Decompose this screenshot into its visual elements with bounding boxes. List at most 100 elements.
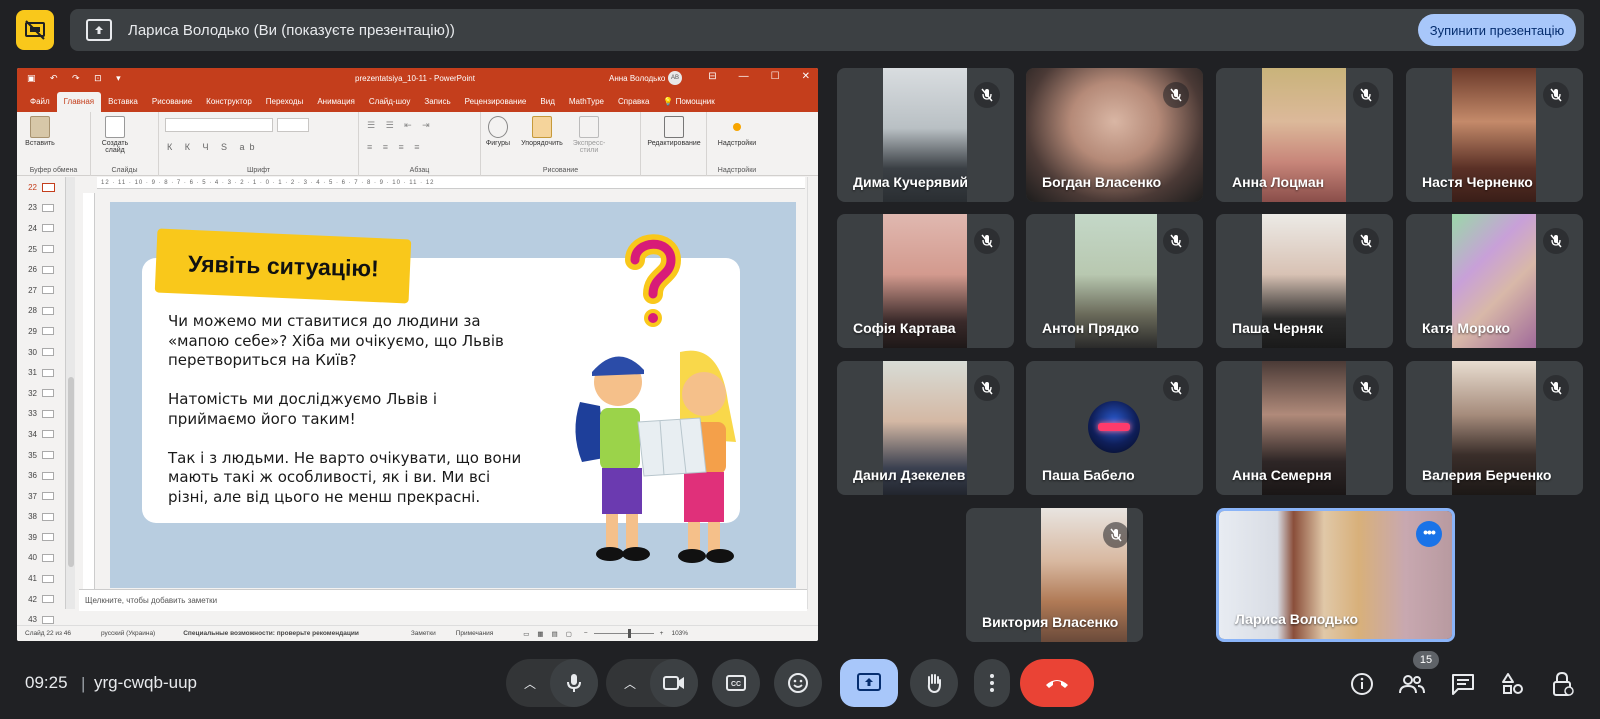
addins-group: Надстройки Надстройки (707, 112, 767, 176)
participant-tile[interactable]: Софія Картава (837, 214, 1014, 348)
tab-mathtype[interactable]: MathType (562, 97, 611, 112)
thumbnail-number: 23 (28, 203, 37, 213)
font-format-buttons[interactable]: К К Ч S ab (167, 142, 260, 152)
view-buttons[interactable]: ▭▦▤▢ (523, 630, 580, 638)
present-screen-icon (857, 673, 881, 691)
chat-icon[interactable] (1450, 671, 1476, 697)
thumbnail-number: 22 (28, 182, 37, 192)
thumbnail-preview (42, 389, 54, 398)
tab-insert[interactable]: Вставка (101, 97, 145, 112)
horizontal-ruler: 12 · 11 · 10 · 9 · 8 · 7 · 6 · 5 · 4 · 3… (97, 177, 805, 189)
reactions-button[interactable] (774, 659, 822, 707)
tab-record[interactable]: Запись (417, 97, 457, 112)
shapes-button[interactable]: Фигуры (481, 116, 515, 147)
search-icon (664, 116, 684, 138)
participant-tile[interactable]: Паша Черняк (1216, 214, 1393, 348)
participant-tile[interactable]: Виктория Власенко (966, 508, 1143, 642)
participant-tile[interactable]: Богдан Власенко (1026, 68, 1203, 202)
activities-icon[interactable] (1500, 671, 1526, 697)
tab-home[interactable]: Главная (56, 92, 102, 112)
tab-file[interactable]: Файл (23, 97, 57, 112)
zoom-out-icon[interactable]: − (584, 630, 588, 637)
accessibility-status[interactable]: Специальные возможности: проверьте реком… (183, 630, 359, 637)
notes-toggle[interactable]: Заметки (411, 630, 436, 637)
participant-tile[interactable]: Катя Мороко (1406, 214, 1583, 348)
drawing-group: Фигуры Упорядочить Экспресс-стили Рисова… (481, 112, 641, 176)
tab-help[interactable]: Справка (611, 97, 656, 112)
participant-name: Валерия Берченко (1422, 467, 1552, 483)
camera-button[interactable] (650, 659, 698, 707)
participant-tile[interactable]: Дима Кучерявий (837, 68, 1014, 202)
zoom-in-icon[interactable]: + (660, 630, 664, 637)
participant-name: Настя Черненко (1422, 174, 1533, 190)
slide-paragraph-2: Натомість ми досліджуємо Львів і приймає… (168, 390, 438, 428)
quick-styles-button[interactable]: Экспресс-стили (569, 116, 609, 154)
ribbon-display-icon[interactable]: ⊟ (708, 71, 716, 82)
zoom-level[interactable]: 103% (671, 630, 688, 637)
hand-icon (927, 674, 941, 694)
meeting-info-icon[interactable] (1349, 671, 1375, 697)
tab-draw[interactable]: Рисование (145, 97, 199, 112)
avatar (1088, 401, 1140, 453)
stop-presenting-button[interactable]: Зупинити презентацію (1418, 14, 1576, 46)
more-options-button[interactable] (974, 659, 1010, 707)
raise-hand-button[interactable] (910, 659, 958, 707)
thumbnail-preview (42, 286, 54, 295)
slide-canvas[interactable]: Уявіть ситуацію! Чи можемо ми ставитися … (110, 202, 796, 588)
addins-button[interactable]: Надстройки (711, 116, 763, 147)
font-size-input[interactable] (277, 118, 309, 132)
captions-button[interactable]: CC (712, 659, 760, 707)
participant-tile[interactable]: Антон Прядко (1026, 214, 1203, 348)
close-icon[interactable]: ✕ (802, 71, 810, 82)
slide-heading-banner: Уявіть ситуацію! (154, 228, 412, 304)
host-controls-icon[interactable] (1550, 671, 1576, 697)
notes-field[interactable]: Щелкните, чтобы добавить заметки (79, 589, 807, 611)
audio-options-chevron-icon[interactable]: ︿ (518, 671, 542, 695)
language-status[interactable]: русский (Украина) (101, 630, 155, 637)
arrange-button[interactable]: Упорядочить (515, 116, 569, 147)
tab-view[interactable]: Вид (533, 97, 561, 112)
participant-tile[interactable]: Данил Дзекелев (837, 361, 1014, 495)
font-name-input[interactable] (165, 118, 273, 132)
align-buttons[interactable]: ≡ ≡ ≡ ≡ (367, 142, 424, 152)
editing-button[interactable]: Редактирование (643, 116, 705, 147)
new-slide-button[interactable]: Создать слайд (95, 116, 135, 154)
scrollbar-thumb[interactable] (68, 377, 74, 567)
ppt-username: Анна Володько (609, 74, 666, 83)
slide-counter: Слайд 22 из 46 (25, 630, 72, 637)
zoom-slider[interactable] (593, 629, 654, 638)
window-controls[interactable]: ⊟ — ☐ ✕ (708, 71, 810, 82)
thumbnail-scrollbar[interactable] (65, 177, 75, 609)
video-options-chevron-icon[interactable]: ︿ (618, 671, 642, 695)
participant-tile[interactable]: Паша Бабело (1026, 361, 1203, 495)
tab-animations[interactable]: Анимация (310, 97, 362, 112)
comments-toggle[interactable]: Примечания (456, 630, 494, 637)
participant-tile[interactable]: Валерия Берченко (1406, 361, 1583, 495)
tab-transitions[interactable]: Переходы (259, 97, 311, 112)
ppt-user-avatar[interactable]: АВ (668, 71, 682, 85)
slide-paragraph-1: Чи можемо ми ставитися до людини за «мап… (168, 312, 504, 369)
slides-group: Создать слайд Слайды (91, 112, 159, 176)
microphone-button[interactable] (550, 659, 598, 707)
slide-paragraph-3: Так і з людьми. Не варто очікувати, що в… (168, 448, 522, 506)
quick-access-toolbar[interactable]: ▣ ↶ ↷ ⊡ ▾ (27, 73, 127, 84)
present-now-button[interactable] (840, 659, 898, 707)
more-options-icon[interactable]: ••• (1416, 521, 1442, 547)
participant-tile-self[interactable]: ••• Лариса Володько (1216, 508, 1455, 642)
meeting-code[interactable]: yrg-cwqb-uup (94, 673, 197, 693)
participant-tile[interactable]: Анна Лоцман (1216, 68, 1393, 202)
maximize-icon[interactable]: ☐ (771, 71, 780, 82)
paste-button[interactable]: Вставить (23, 116, 57, 147)
tab-slideshow[interactable]: Слайд-шоу (362, 97, 417, 112)
participant-tile[interactable]: Анна Семерня (1216, 361, 1393, 495)
tab-design[interactable]: Конструктор (199, 97, 259, 112)
participant-tile[interactable]: Настя Черненко (1406, 68, 1583, 202)
tab-review[interactable]: Рецензирование (458, 97, 534, 112)
slide-scrollbar[interactable] (807, 177, 818, 609)
tab-assistant[interactable]: 💡 Помощник (656, 97, 721, 112)
thumbnail-preview (42, 265, 54, 274)
minimize-icon[interactable]: — (739, 71, 749, 82)
leave-call-button[interactable] (1020, 659, 1094, 707)
people-icon[interactable] (1399, 671, 1425, 697)
list-buttons[interactable]: ☰ ☰ ⇤ ⇥ (367, 120, 434, 131)
